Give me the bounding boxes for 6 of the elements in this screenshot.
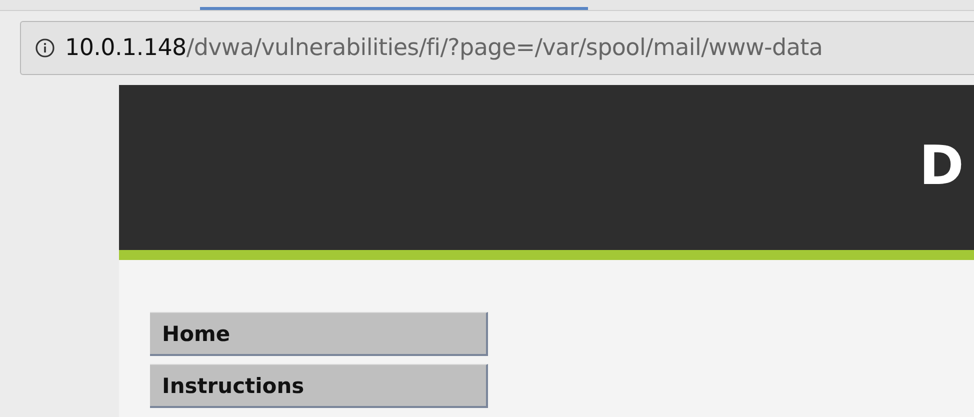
info-icon[interactable] xyxy=(35,38,55,58)
address-bar[interactable]: 10.0.1.148/dvwa/vulnerabilities/fi/?page=/var/spool/mail/www-data xyxy=(20,21,974,75)
menu-item[interactable]: Instructions xyxy=(150,364,488,408)
url-text: 10.0.1.148/dvwa/vulnerabilities/fi/?page=/var/spool/mail/www-data xyxy=(65,35,823,61)
logo-text: D xyxy=(919,134,964,196)
menu-item[interactable]: Home xyxy=(150,312,488,356)
